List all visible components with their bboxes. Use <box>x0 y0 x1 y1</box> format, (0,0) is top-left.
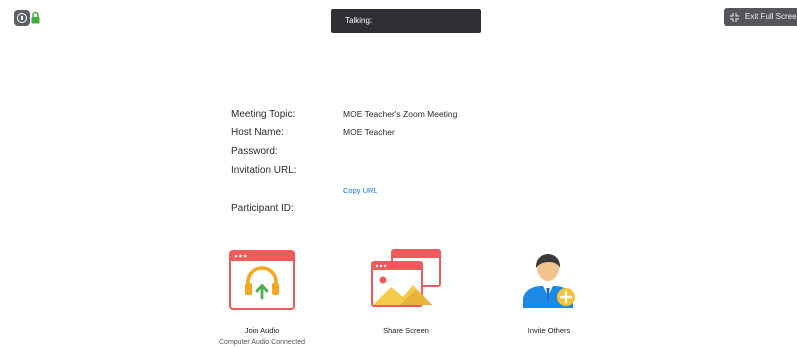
invite-others-button[interactable] <box>521 246 579 310</box>
invite-others-label: Invite Others <box>527 326 571 335</box>
password-label: Password: <box>231 146 278 157</box>
talking-indicator: Talking: <box>331 9 481 33</box>
copy-url-link[interactable]: Copy URL <box>343 186 378 195</box>
join-audio-button[interactable] <box>229 250 295 310</box>
share-screen-button[interactable] <box>370 249 442 309</box>
headphones-icon <box>229 250 295 310</box>
exit-full-screen-button[interactable]: Exit Full Screen <box>724 8 797 26</box>
invite-user-icon <box>523 254 575 308</box>
meeting-topic-label: Meeting Topic: <box>231 109 296 120</box>
lock-icon[interactable] <box>31 11 40 24</box>
host-name-value: MOE Teacher <box>343 127 395 137</box>
exit-full-screen-label: Exit Full Screen <box>745 12 797 21</box>
exit-full-screen-icon <box>730 12 739 22</box>
participant-id-label: Participant ID: <box>231 203 294 214</box>
meeting-topic-value: MOE Teacher's Zoom Meeting <box>343 109 458 119</box>
share-screen-label: Share Screen <box>383 326 429 335</box>
share-screen-icon <box>371 249 441 307</box>
talking-label: Talking: <box>345 16 373 25</box>
join-audio-status: Computer Audio Connected <box>219 339 305 346</box>
join-audio-label: Join Audio <box>244 326 280 335</box>
invitation-url-label: Invitation URL: <box>231 165 297 176</box>
info-icon[interactable] <box>14 10 30 26</box>
host-name-label: Host Name: <box>231 127 284 138</box>
